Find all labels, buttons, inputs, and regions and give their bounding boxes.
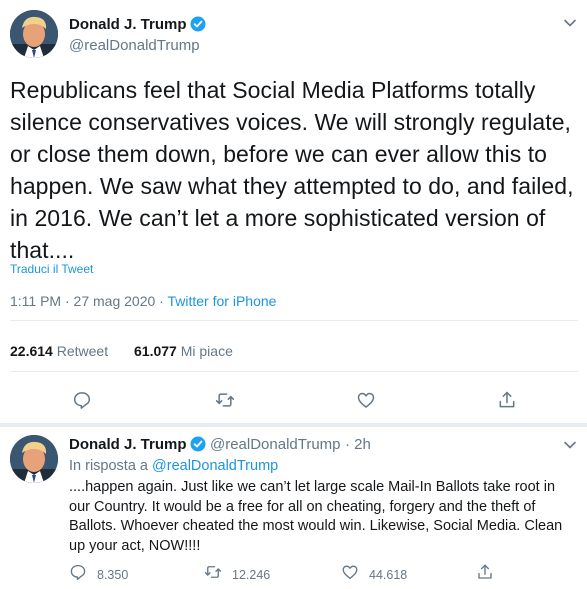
likes-count: 61.077	[134, 343, 177, 359]
likes-label: Mi piace	[180, 343, 233, 359]
tweet-text: Republicans feel that Social Media Platf…	[10, 77, 574, 263]
chevron-down-icon[interactable]	[563, 438, 577, 457]
reply-author-handle[interactable]: @realDonaldTrump	[210, 436, 341, 453]
chevron-down-icon[interactable]	[563, 16, 577, 35]
reply-time[interactable]: · 2h	[345, 436, 371, 453]
reply-icon[interactable]	[72, 390, 92, 415]
translate-tweet-link[interactable]: Traduci il Tweet	[10, 262, 93, 276]
retweet-icon[interactable]	[204, 563, 222, 586]
like-icon[interactable]	[341, 563, 359, 586]
tweet-meta: 1:11 PM · 27 mag 2020 · Twitter for iPho…	[10, 293, 276, 309]
reply-author-name[interactable]: Donald J. Trump	[69, 436, 187, 453]
in-reply-prefix: In risposta a	[69, 458, 153, 474]
likes-stat[interactable]: 61.077 Mi piace	[134, 343, 233, 359]
avatar-image	[10, 10, 58, 58]
tweet-source[interactable]: Twitter for iPhone	[167, 293, 276, 309]
reply-count: 8.350	[97, 567, 129, 582]
share-icon[interactable]	[476, 563, 494, 586]
retweets-label: Retweet	[56, 343, 109, 359]
retweets-count: 22.614	[10, 343, 53, 359]
reply-retweet-action[interactable]: 12.246	[204, 563, 270, 586]
like-icon[interactable]	[356, 390, 376, 415]
reply-icon[interactable]	[69, 563, 87, 586]
meta-separator: ·	[155, 293, 168, 309]
verified-badge-icon	[190, 436, 206, 452]
retweets-stat[interactable]: 22.614 Retweet	[10, 343, 108, 359]
divider	[10, 371, 578, 372]
author-handle[interactable]: @realDonaldTrump	[69, 37, 200, 54]
author-name-row: Donald J. Trump	[69, 16, 206, 34]
retweet-count: 12.246	[232, 567, 271, 582]
reply-reply-action[interactable]: 8.350	[69, 563, 128, 586]
reply-author-avatar[interactable]	[10, 435, 58, 483]
tweet-timestamp[interactable]: 1:11 PM · 27 mag 2020	[10, 293, 155, 309]
reply-text: ....happen again. Just like we can’t let…	[69, 479, 563, 554]
reply-like-action[interactable]: 44.618	[341, 563, 407, 586]
section-divider	[0, 423, 587, 427]
share-icon[interactable]	[497, 390, 517, 415]
reply-header: Donald J. Trump @realDonaldTrump · 2h	[69, 436, 371, 454]
like-count: 44.618	[369, 567, 408, 582]
in-reply-to: In risposta a @realDonaldTrump	[69, 458, 278, 474]
author-avatar[interactable]	[10, 10, 58, 58]
author-name[interactable]: Donald J. Trump	[69, 16, 187, 33]
avatar-image	[10, 435, 58, 483]
divider	[10, 320, 578, 321]
verified-badge-icon	[190, 16, 206, 32]
in-reply-handle-link[interactable]: @realDonaldTrump	[152, 458, 278, 474]
retweet-icon[interactable]	[215, 390, 235, 415]
